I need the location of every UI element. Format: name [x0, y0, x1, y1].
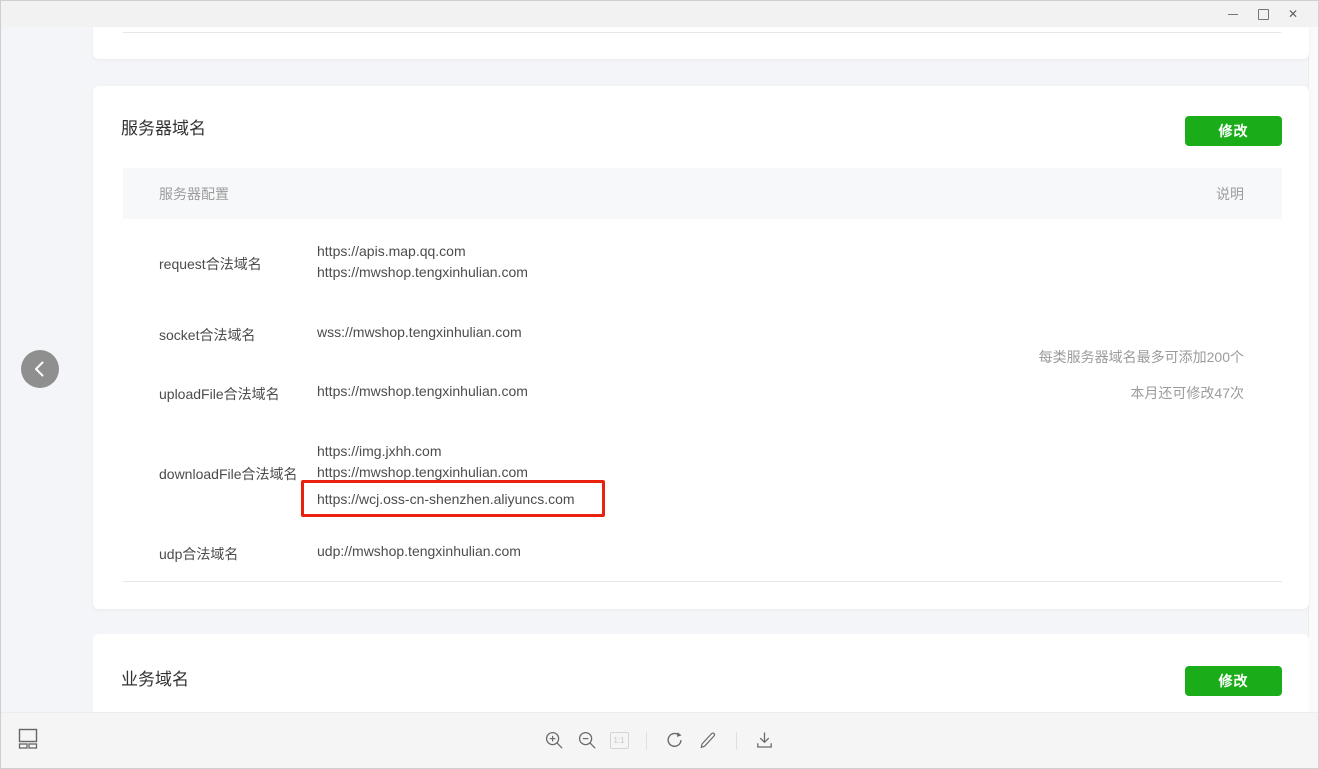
- domain-value: wss://mwshop.tengxinhulian.com: [317, 322, 522, 343]
- server-domain-card: 服务器域名 修改 服务器配置 说明 request合法域名 https://ap…: [93, 86, 1309, 609]
- refresh-button[interactable]: [664, 730, 686, 752]
- divider: [646, 732, 647, 750]
- modify-business-domain-button[interactable]: 修改: [1185, 666, 1282, 696]
- divider: [123, 32, 1281, 33]
- download-icon: [755, 731, 774, 750]
- app-window: ✕ 服务器域名 修改 服务器配置 说明 request合法域名 https://…: [0, 0, 1319, 769]
- scrolled-card-fragment: [93, 27, 1309, 59]
- note-monthly-remaining: 本月还可修改47次: [1130, 383, 1244, 403]
- window-titlebar: ✕: [1, 1, 1318, 27]
- back-button[interactable]: [21, 350, 59, 388]
- config-column-header: 服务器配置: [159, 184, 229, 204]
- modify-server-domain-button[interactable]: 修改: [1185, 116, 1282, 146]
- domain-value: https://apis.map.qq.com: [317, 241, 528, 262]
- section-title: 业务域名: [121, 665, 189, 690]
- row-label-uploadfile: uploadFile合法域名: [159, 384, 280, 404]
- divider: [123, 581, 1282, 582]
- highlight-annotation-box: https://wcj.oss-cn-shenzhen.aliyuncs.com: [301, 480, 605, 517]
- maximize-icon: [1258, 9, 1269, 20]
- bottom-toolbar-bar: 1:1: [1, 712, 1318, 768]
- zoom-in-button[interactable]: [544, 730, 566, 752]
- divider: [736, 732, 737, 750]
- canvas-toolbar: 1:1: [1, 713, 1318, 768]
- domain-value: https://mwshop.tengxinhulian.com: [317, 381, 528, 402]
- close-button[interactable]: ✕: [1278, 1, 1308, 27]
- row-values-request: https://apis.map.qq.com https://mwshop.t…: [317, 241, 528, 283]
- note-column-header: 说明: [1216, 184, 1244, 204]
- row-values-socket: wss://mwshop.tengxinhulian.com: [317, 322, 522, 343]
- note-max-domains: 每类服务器域名最多可添加200个: [1039, 347, 1244, 367]
- window-controls: ✕: [1218, 1, 1308, 27]
- row-label-request: request合法域名: [159, 254, 262, 274]
- download-button[interactable]: [754, 730, 776, 752]
- row-values-downloadfile: https://img.jxhh.com https://mwshop.teng…: [317, 441, 528, 483]
- zoom-out-button[interactable]: [577, 730, 599, 752]
- maximize-button[interactable]: [1248, 1, 1278, 27]
- zoom-in-icon: [545, 731, 564, 750]
- row-values-uploadfile: https://mwshop.tengxinhulian.com: [317, 381, 528, 402]
- row-label-downloadfile: downloadFile合法域名: [159, 464, 298, 484]
- domain-value: https://img.jxhh.com: [317, 441, 528, 462]
- back-chevron-icon: [21, 350, 59, 388]
- edit-pencil-icon: [698, 731, 717, 750]
- row-label-udp: udp合法域名: [159, 544, 238, 564]
- minimize-icon: [1228, 14, 1238, 15]
- vertical-scrollbar[interactable]: [1308, 27, 1318, 768]
- edit-button[interactable]: [697, 730, 719, 752]
- reset-zoom-button[interactable]: 1:1: [610, 732, 629, 749]
- domain-value: https://mwshop.tengxinhulian.com: [317, 262, 528, 283]
- close-icon: ✕: [1288, 8, 1298, 20]
- minimize-button[interactable]: [1218, 1, 1248, 27]
- row-values-udp: udp://mwshop.tengxinhulian.com: [317, 541, 521, 562]
- highlighted-domain-value: https://wcj.oss-cn-shenzhen.aliyuncs.com: [317, 491, 575, 507]
- domain-value: udp://mwshop.tengxinhulian.com: [317, 541, 521, 562]
- refresh-icon: [665, 731, 684, 750]
- page-title: 服务器域名: [121, 114, 206, 139]
- table-header-row: 服务器配置 说明: [123, 168, 1282, 219]
- reset-zoom-label: 1:1: [613, 736, 624, 745]
- business-domain-card: 业务域名 修改: [93, 634, 1309, 712]
- zoom-out-icon: [578, 731, 597, 750]
- row-label-socket: socket合法域名: [159, 325, 255, 345]
